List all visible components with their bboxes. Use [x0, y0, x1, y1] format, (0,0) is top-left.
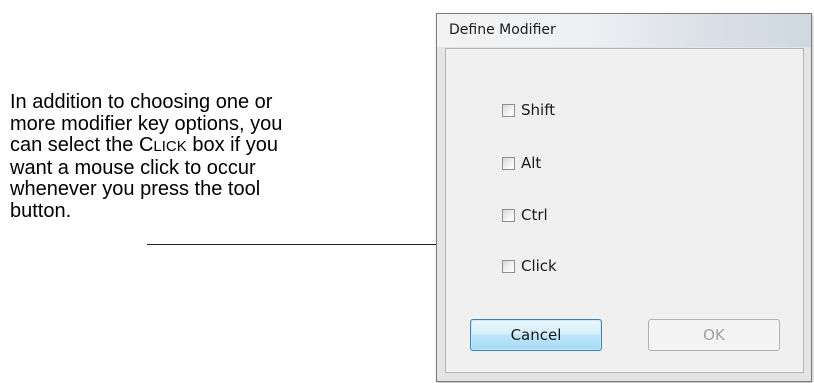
click-smallcaps-rest: LICK	[153, 138, 187, 155]
shift-checkbox[interactable]: Shift	[502, 100, 555, 120]
annotation-line-1: In addition to choosing one or	[10, 91, 273, 113]
dialog-title: Define Modifier	[449, 22, 556, 38]
alt-checkbox-box[interactable]	[502, 156, 515, 170]
alt-checkbox[interactable]: Alt	[502, 153, 541, 173]
annotation-line-4: want a mouse click to occur	[10, 156, 256, 179]
ok-button[interactable]: OK	[648, 319, 780, 351]
dialog-titlebar[interactable]: Define Modifier	[437, 14, 811, 47]
annotation-line-5: whenever you press the tool	[10, 178, 261, 200]
click-checkbox-label[interactable]: Click	[521, 257, 557, 275]
annotation-line-3b: box if you	[186, 134, 278, 156]
ctrl-checkbox[interactable]: Ctrl	[502, 205, 548, 225]
alt-checkbox-label[interactable]: Alt	[521, 154, 541, 172]
annotation-text: In addition to choosing one or more modi…	[10, 91, 330, 222]
annotation-line-6: button.	[10, 199, 72, 222]
dialog-client-area: Shift Alt Ctrl Click Cancel OK	[445, 48, 804, 373]
click-checkbox-box[interactable]	[502, 259, 515, 273]
ctrl-checkbox-label[interactable]: Ctrl	[521, 206, 548, 224]
annotation-line-3a: can select the	[10, 134, 139, 156]
cancel-button[interactable]: Cancel	[470, 319, 602, 351]
define-modifier-dialog: Define Modifier Shift Alt Ctrl Click Can…	[436, 13, 812, 382]
click-smallcaps-first: C	[138, 134, 154, 156]
shift-checkbox-label[interactable]: Shift	[521, 101, 555, 119]
ctrl-checkbox-box[interactable]	[502, 208, 515, 222]
shift-checkbox-box[interactable]	[502, 103, 515, 117]
click-checkbox[interactable]: Click	[502, 256, 557, 276]
annotation-line-2: more modifier key options, you	[10, 112, 283, 135]
